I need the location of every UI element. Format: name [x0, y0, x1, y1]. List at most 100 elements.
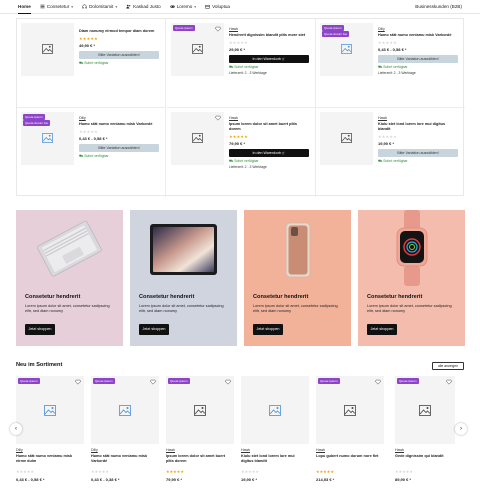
- product-card[interactable]: Diam nonumy eirmod tempor diam dorem ★★★★…: [17, 19, 166, 108]
- product-brand[interactable]: Dilly: [16, 448, 23, 452]
- shop-now-button[interactable]: Jetzt shoppen: [367, 324, 397, 335]
- add-to-cart-button[interactable]: In den Warenkorb 🛒: [229, 149, 309, 157]
- product-title[interactable]: Kiulu stet lond lorem lore mui digitus b…: [378, 122, 458, 132]
- product-title[interactable]: Hendrerit dignissim blandit plits more s…: [229, 33, 309, 38]
- product-title[interactable]: Humo stät numo veniamu misk Varkordé: [91, 454, 157, 464]
- laptop-image[interactable]: [16, 210, 123, 286]
- headphones-icon: [82, 4, 87, 9]
- view-all-button[interactable]: alle anzeigen: [432, 362, 464, 370]
- product-price: 0,43 € - 0,58 € *: [378, 47, 407, 52]
- product-card[interactable]: Quote ipsum Quote dorum foo Dilly Humo stät…: [17, 108, 166, 197]
- product-brand[interactable]: Hawk: [229, 27, 309, 31]
- banner-title: Consetetur hendrerit: [139, 294, 195, 300]
- rating-stars: ★★★★★: [395, 469, 413, 474]
- cart-icon: 🛒: [280, 151, 286, 155]
- product-brand[interactable]: Hawk: [378, 116, 458, 120]
- select-variant-button[interactable]: Bitte Variation auswählen!: [378, 55, 458, 63]
- product-image[interactable]: Quote ipsum: [166, 376, 234, 444]
- product-brand[interactable]: Hawk: [395, 448, 404, 452]
- select-variant-button[interactable]: Bitte Variation auswählen!: [378, 149, 458, 157]
- category-banner: Consetetur hendrerit Lorem ipsum dolor si…: [130, 210, 237, 346]
- heart-icon[interactable]: [225, 379, 231, 385]
- heart-icon[interactable]: [75, 379, 81, 385]
- product-card[interactable]: Quote ipsum Dilly Humo stät numo veniamu m…: [91, 376, 159, 488]
- stock-label: Sofort verfügbar: [234, 65, 259, 69]
- stock-label: Sofort verfügbar: [234, 159, 259, 163]
- banner-title: Consetetur hendrerit: [367, 294, 423, 300]
- product-title[interactable]: Kiulu stet lond lorem lore mui digitus b…: [241, 454, 307, 464]
- product-title[interactable]: Lopu gubert numo dorum nore flet: [316, 454, 382, 459]
- product-card[interactable]: Quote ipsum Hawk Lopu gubert numo dorum no…: [316, 376, 384, 488]
- b2b-link[interactable]: Businesskunden (B2B): [415, 4, 462, 9]
- product-title[interactable]: Ipsum lorem dolor sit amet buert plits d…: [229, 122, 309, 132]
- heart-icon[interactable]: [375, 379, 381, 385]
- select-variant-button[interactable]: Bitte Variation auswählen!: [79, 144, 159, 152]
- product-brand[interactable]: Hawk: [241, 448, 250, 452]
- product-card[interactable]: Quote ipsum Hawk Gede dignissim qui blandi…: [395, 376, 455, 488]
- product-brand[interactable]: Hawk: [316, 448, 325, 452]
- product-title[interactable]: Humo stät numo veniamu misk Varkordé: [79, 122, 159, 127]
- nav-item-voluptua[interactable]: Voluptua: [205, 0, 230, 14]
- product-card[interactable]: Hawk Kiulu stet lond lorem lore mui digit…: [316, 108, 465, 197]
- product-title[interactable]: Ipsum lorem dolor sit amet buert plits d…: [166, 454, 232, 464]
- heart-icon[interactable]: [446, 379, 452, 385]
- product-image[interactable]: [320, 112, 373, 165]
- shop-now-button[interactable]: Jetzt shoppen: [25, 324, 55, 335]
- select-variant-button[interactable]: Bitte Variation auswählen!: [79, 51, 159, 59]
- product-image[interactable]: Quote ipsum: [316, 376, 384, 444]
- nav-item-label: Dolorsitamit: [89, 4, 114, 9]
- product-image[interactable]: Quote ipsum Quote dorum foo: [21, 112, 74, 165]
- product-image[interactable]: [21, 23, 74, 76]
- product-title[interactable]: Gede dignissim qui blandit: [395, 454, 461, 459]
- shop-now-button[interactable]: Jetzt shoppen: [139, 324, 169, 335]
- product-image[interactable]: [241, 376, 309, 444]
- image-placeholder-icon: [419, 405, 431, 416]
- product-title[interactable]: Humo stät numo veniamu misk Varkordé: [378, 33, 458, 38]
- chevron-right-icon: ›: [460, 426, 462, 432]
- nav-item-label: Home: [18, 3, 31, 9]
- heart-icon[interactable]: [215, 115, 221, 121]
- product-price: 0,43 € - 0,38 € *: [91, 477, 120, 482]
- phone-image[interactable]: [244, 210, 351, 286]
- product-title[interactable]: Diam nonumy eirmod tempor diam dorem: [79, 29, 159, 34]
- product-image[interactable]: Quote ipsum: [395, 376, 455, 444]
- heart-icon[interactable]: [215, 26, 221, 32]
- product-card[interactable]: Quote ipsum Hawk Hendrerit dignissim bland…: [167, 19, 316, 108]
- nav-item-dolorsitamit[interactable]: Dolorsitamit ▾: [82, 0, 117, 14]
- nav-item-consetetur[interactable]: Consetetur ▾: [40, 0, 73, 14]
- product-price: 19,90 € *: [378, 141, 395, 146]
- product-brand[interactable]: Dilly: [79, 116, 159, 120]
- product-image[interactable]: Quote ipsum: [16, 376, 84, 444]
- product-card[interactable]: Quote ipsum Quote dorum foo Dilly Humo stät…: [316, 19, 465, 108]
- shop-now-button[interactable]: Jetzt shoppen: [253, 324, 283, 335]
- product-image[interactable]: Quote ipsum: [91, 376, 159, 444]
- product-info: Dilly Humo stät numo veniamu misk Varkord…: [79, 116, 159, 159]
- image-placeholder-icon: [269, 405, 281, 416]
- slider-next-button[interactable]: ›: [455, 423, 467, 435]
- product-title[interactable]: Humo stät numo veniamu misk eirme dulm: [16, 454, 82, 464]
- nav-item-loremo[interactable]: Loremo ▾: [170, 0, 196, 14]
- heart-icon[interactable]: [150, 379, 156, 385]
- nav-item-kaskad-justo[interactable]: Kaskad Justo: [126, 0, 161, 14]
- product-image[interactable]: Quote ipsum: [171, 23, 224, 76]
- product-badge: Quote ipsum: [318, 378, 340, 384]
- product-brand[interactable]: Hawk: [166, 448, 175, 452]
- slider-prev-button[interactable]: ‹: [10, 423, 22, 435]
- product-brand[interactable]: Dilly: [378, 27, 458, 31]
- add-to-cart-button[interactable]: In den Warenkorb 🛒: [229, 55, 309, 63]
- product-card[interactable]: Quote ipsum Dilly Humo stät numo veniamu m…: [16, 376, 84, 488]
- product-brand[interactable]: Dilly: [91, 448, 98, 452]
- tablet-image[interactable]: [130, 210, 237, 286]
- nav-item-home[interactable]: Home: [18, 0, 31, 14]
- product-card[interactable]: Hawk Ipsum lorem dolor sit amet buert pli…: [167, 108, 316, 197]
- banner-description: Lorem ipsum dolor sit amet, consetetur s…: [25, 304, 110, 313]
- product-card[interactable]: Hawk Kiulu stet lond lorem lore mui digit…: [241, 376, 309, 488]
- product-image[interactable]: Quote ipsum Quote dorum foo: [320, 23, 373, 76]
- product-card[interactable]: Quote ipsum Hawk Ipsum lorem dolor sit ame…: [166, 376, 234, 488]
- users-icon: [126, 4, 131, 9]
- product-image[interactable]: [171, 112, 224, 165]
- watch-image[interactable]: [358, 210, 465, 286]
- stock-label: Sofort verfügbar: [383, 65, 408, 69]
- product-brand[interactable]: Hawk: [229, 116, 309, 120]
- section-title: Neu im Sortiment: [16, 362, 63, 368]
